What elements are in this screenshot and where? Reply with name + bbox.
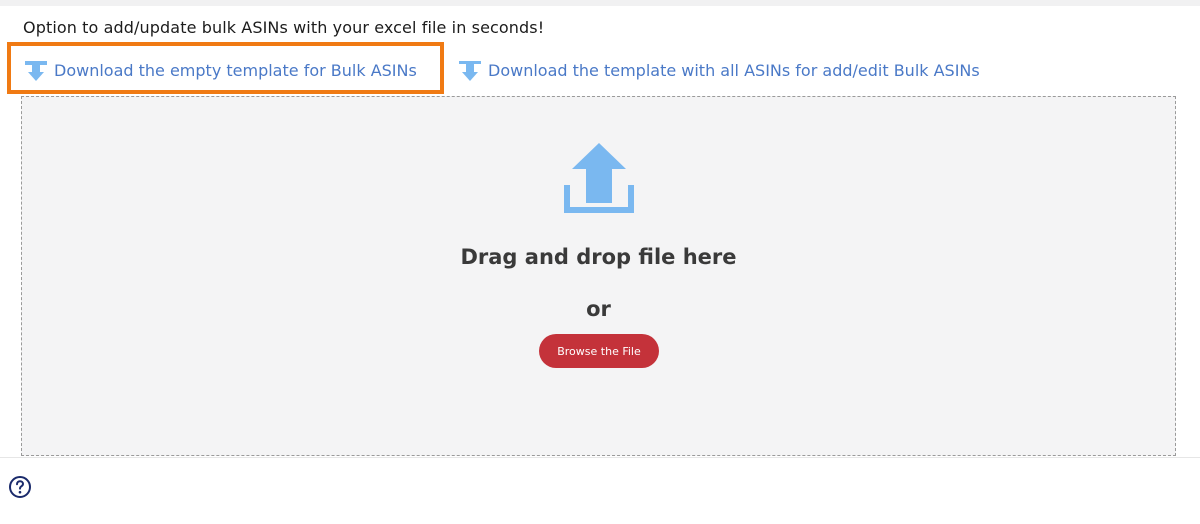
download-icon <box>456 56 484 84</box>
bottom-divider <box>0 457 1200 458</box>
browse-file-button[interactable]: Browse the File <box>539 334 659 368</box>
drag-drop-text: Drag and drop file here <box>460 245 737 269</box>
download-empty-template-label: Download the empty template for Bulk ASI… <box>54 60 417 80</box>
download-all-asins-template-link[interactable]: Download the template with all ASINs for… <box>456 56 980 84</box>
upload-icon <box>562 141 636 215</box>
download-icon <box>22 56 50 84</box>
file-dropzone[interactable]: Drag and drop file here or Browse the Fi… <box>21 96 1176 456</box>
top-strip <box>0 0 1200 6</box>
intro-text: Option to add/update bulk ASINs with you… <box>23 18 545 37</box>
or-text: or <box>586 297 611 321</box>
help-circle-icon[interactable] <box>8 475 32 499</box>
download-empty-template-link[interactable]: Download the empty template for Bulk ASI… <box>22 56 417 84</box>
download-all-asins-template-label: Download the template with all ASINs for… <box>488 60 980 80</box>
